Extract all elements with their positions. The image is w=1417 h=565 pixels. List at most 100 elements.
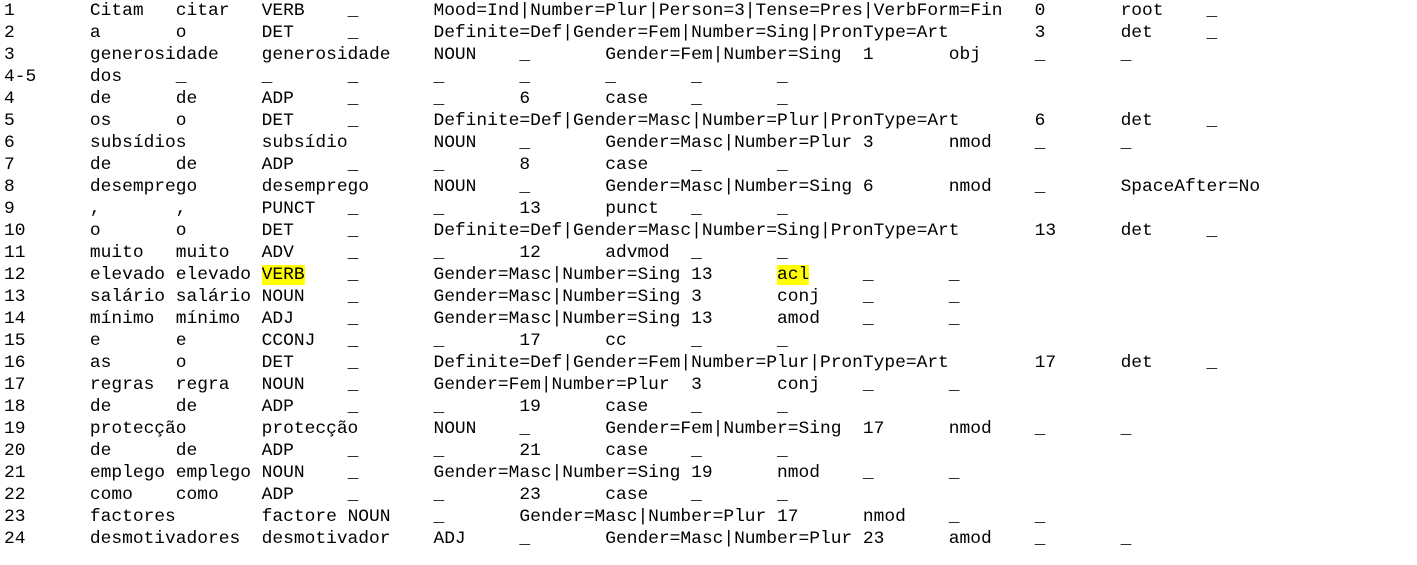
conllu-field: e — [89, 331, 101, 351]
conllu-field: de — [89, 89, 112, 109]
conllu-field: _ — [1034, 529, 1046, 549]
conllu-line: 19 protecção protecção NOUN _ Gender=Fem… — [4, 418, 1260, 440]
conllu-field: Definite=Def|Gender=Masc|Number=Plur|Pro… — [433, 111, 960, 131]
conllu-field: 13 — [519, 199, 541, 219]
conllu-field: DET — [261, 111, 294, 131]
conllu-field: 19 — [519, 397, 541, 417]
conllu-field: _ — [862, 287, 874, 307]
conllu-field: generosidade — [89, 45, 219, 65]
conllu-field: DET — [261, 221, 294, 241]
conllu-field: _ — [862, 375, 874, 395]
conllu-field: _ — [948, 309, 960, 329]
conllu-field: factore — [261, 507, 337, 527]
conllu-field: ADP — [261, 89, 294, 109]
conllu-field: Gender=Fem|Number=Plur — [433, 375, 670, 395]
conllu-field: de — [89, 441, 112, 461]
conllu-field: o — [175, 221, 187, 241]
conllu-field: _ — [691, 397, 702, 417]
conllu-field: _ — [519, 133, 531, 153]
conllu-field: salário — [175, 287, 251, 307]
conllu-field: desemprego — [261, 177, 370, 197]
conllu-field: 3 — [691, 287, 702, 307]
conllu-field: amod — [948, 529, 992, 549]
conllu-field: _ — [347, 67, 359, 87]
conllu-field: Gender=Masc|Number=Sing — [433, 287, 681, 307]
conllu-field: NOUN — [433, 45, 477, 65]
conllu-field: punct — [605, 199, 659, 219]
conllu-field: 6 — [4, 133, 15, 153]
conllu-field: Definite=Def|Gender=Fem|Number=Sing|Pron… — [433, 23, 949, 43]
conllu-field: _ — [519, 529, 531, 549]
conllu-field: _ — [519, 177, 531, 197]
conllu-field: _ — [948, 265, 960, 285]
conllu-field: _ — [691, 441, 702, 461]
conllu-field: _ — [347, 199, 359, 219]
conllu-line: 3 generosidade generosidade NOUN _ Gende… — [4, 44, 1260, 66]
conllu-field: _ — [1120, 45, 1132, 65]
conllu-field: CCONJ — [261, 331, 316, 351]
conllu-field: case — [605, 155, 649, 175]
conllu-field: _ — [433, 155, 445, 175]
conllu-field: factores — [89, 507, 176, 527]
conllu-field: NOUN — [261, 375, 305, 395]
conllu-field: _ — [347, 89, 359, 109]
conllu-field: desmotivador — [261, 529, 391, 549]
conllu-field: a — [89, 23, 101, 43]
conllu-field: det — [1120, 23, 1153, 43]
conllu-line: 7 de de ADP _ _ 8 case _ _ — [4, 154, 1260, 176]
conllu-field: DET — [261, 23, 294, 43]
conllu-field: 3 — [862, 133, 874, 153]
conllu-field: 4-5 — [4, 67, 37, 87]
conllu-field: nmod — [948, 419, 992, 439]
conllu-field: 17 — [519, 331, 541, 351]
conllu-field: 22 — [4, 485, 26, 505]
conllu-field: _ — [347, 287, 359, 307]
conllu-field: _ — [777, 331, 788, 351]
conllu-field: ADV — [261, 243, 294, 263]
conllu-field: subsídio — [261, 133, 348, 153]
conllu-field: _ — [777, 89, 788, 109]
conllu-field: Definite=Def|Gender=Masc|Number=Sing|Pro… — [433, 221, 960, 241]
conllu-field: salário — [89, 287, 166, 307]
conllu-field: _ — [777, 67, 788, 87]
conllu-field: o — [175, 353, 187, 373]
conllu-field: Gender=Masc|Number=Plur — [605, 529, 853, 549]
conllu-field: Mood=Ind|Number=Plur|Person=3|Tense=Pres… — [433, 1, 1003, 21]
conllu-field: _ — [347, 23, 359, 43]
conllu-field: 17 — [4, 375, 26, 395]
conllu-field: amod — [777, 309, 820, 329]
conllu-field: de — [175, 89, 198, 109]
conllu-field: como — [89, 485, 133, 505]
conllu-field: 3 — [4, 45, 15, 65]
conllu-field: 6 — [862, 177, 874, 197]
conllu-field: SpaceAfter=No — [1120, 177, 1261, 197]
conllu-line: 16 as o DET _ Definite=Def|Gender=Fem|Nu… — [4, 352, 1260, 374]
conllu-field: mínimo — [89, 309, 155, 329]
conllu-field: 11 — [4, 243, 26, 263]
conllu-field: conj — [777, 287, 820, 307]
conllu-field: _ — [433, 397, 445, 417]
conllu-text-view: 1 Citam citar VERB _ Mood=Ind|Number=Plu… — [4, 0, 1260, 550]
conllu-field: 7 — [4, 155, 15, 175]
conllu-field: _ — [347, 221, 359, 241]
conllu-field: _ — [862, 265, 874, 285]
conllu-field: _ — [1034, 507, 1046, 527]
conllu-field: Citam — [89, 1, 144, 21]
conllu-field: det — [1120, 111, 1153, 131]
conllu-line: 22 como como ADP _ _ 23 case _ _ — [4, 484, 1260, 506]
conllu-field: 8 — [4, 177, 15, 197]
conllu-field: _ — [347, 265, 359, 285]
conllu-field: como — [175, 485, 219, 505]
conllu-field: 13 — [4, 287, 26, 307]
conllu-field: ADP — [261, 155, 294, 175]
conllu-field: de — [89, 155, 112, 175]
conllu-field: 1 — [862, 45, 874, 65]
conllu-field: _ — [1120, 529, 1132, 549]
conllu-field: _ — [691, 89, 702, 109]
conllu-field: 0 — [1034, 1, 1046, 21]
conllu-field: _ — [691, 485, 702, 505]
conllu-field: Gender=Masc|Number=Sing — [433, 463, 681, 483]
conllu-field: os — [89, 111, 112, 131]
conllu-line: 8 desemprego desemprego NOUN _ Gender=Ma… — [4, 176, 1260, 198]
conllu-field: NOUN — [261, 287, 305, 307]
